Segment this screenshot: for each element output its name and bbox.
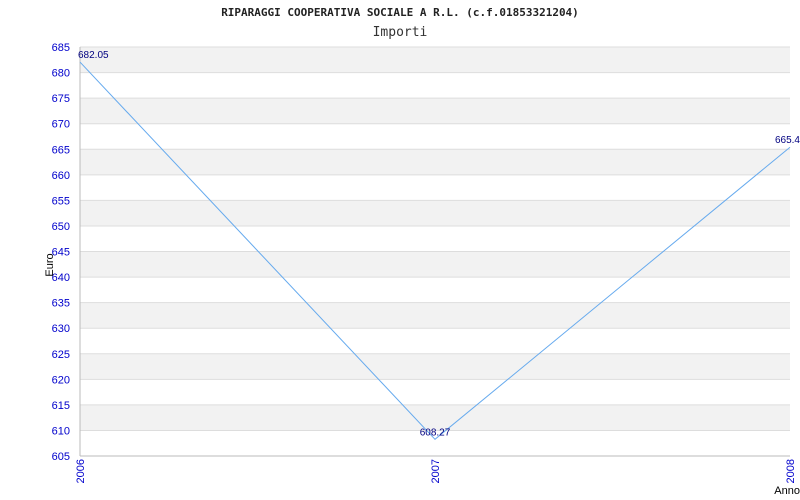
y-tick-label: 670	[52, 119, 70, 131]
y-tick-label: 655	[52, 195, 70, 207]
y-tick-label: 610	[52, 425, 70, 437]
y-tick-label: 615	[52, 400, 70, 412]
y-tick-label: 635	[52, 298, 70, 310]
x-tick-label: 2007	[430, 459, 442, 483]
y-tick-label: 605	[52, 451, 70, 463]
y-axis-label: Euro	[44, 253, 56, 276]
y-tick-label: 650	[52, 221, 70, 233]
y-tick-label: 620	[52, 374, 70, 386]
y-tick-label: 685	[52, 42, 70, 54]
y-tick-label: 675	[52, 93, 70, 105]
grid-band	[80, 149, 790, 175]
grid-band	[80, 200, 790, 226]
data-label: 608.27	[420, 427, 451, 438]
data-label: 665.4	[775, 135, 800, 146]
y-tick-label: 665	[52, 144, 70, 156]
x-tick-label: 2006	[75, 459, 87, 483]
y-tick-label: 625	[52, 349, 70, 361]
grid-band	[80, 353, 790, 380]
x-tick-labels: 2006 2007 2008	[75, 459, 797, 483]
line-chart: 6056106156206256306356406456506556606656…	[44, 42, 800, 497]
grid-bands	[80, 47, 790, 431]
grid-band	[80, 98, 790, 124]
grid-band	[80, 251, 790, 278]
data-label: 682.05	[78, 50, 109, 61]
y-tick-label: 630	[52, 323, 70, 335]
grid-band	[80, 302, 790, 329]
y-tick-label: 660	[52, 170, 70, 182]
x-tick-label: 2008	[785, 459, 797, 483]
x-axis-label: Anno	[774, 485, 800, 497]
y-tick-label: 680	[52, 68, 70, 80]
y-tick-labels: 6056106156206256306356406456506556606656…	[52, 42, 70, 463]
grid-band	[80, 47, 790, 73]
